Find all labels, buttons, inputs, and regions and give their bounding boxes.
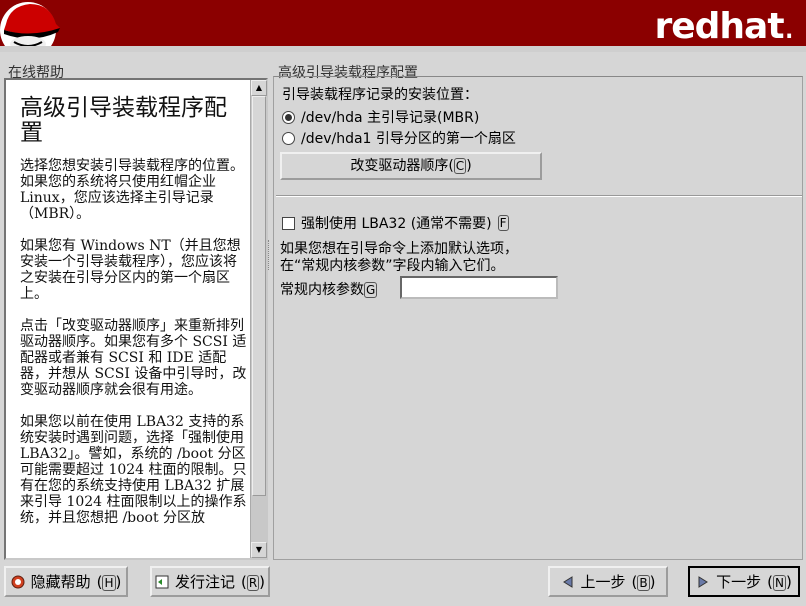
header-banner: redhat. bbox=[0, 0, 806, 52]
hide-help-icon bbox=[11, 575, 25, 588]
scroll-down-arrow-icon[interactable]: ▼ bbox=[251, 542, 267, 558]
help-paragraph: 选择您想安装引导装载程序的位置。如果您的系统将只使用红帽企业 Linux，您应该… bbox=[20, 158, 244, 222]
force-lba32-option[interactable]: 强制使用 LBA32 (通常不需要) F bbox=[282, 213, 509, 233]
kernel-params-input[interactable] bbox=[400, 276, 558, 299]
radio-unselected-icon[interactable] bbox=[282, 131, 295, 145]
help-title: 高级引导装载程序配置 bbox=[20, 95, 227, 146]
partition-option-label: /dev/hda1 引导分区的第一个扇区 bbox=[301, 131, 516, 147]
change-drive-order-button[interactable]: 改变驱动器顺序(C) bbox=[280, 152, 542, 180]
next-button[interactable]: 下一步(N) bbox=[688, 566, 800, 597]
help-paragraph: 如果您有 Windows NT（并且您想安装一个引导装载程序），您应该将之安装在… bbox=[20, 238, 241, 302]
redhat-brand: redhat. bbox=[654, 6, 795, 47]
right-arrow-icon bbox=[698, 575, 709, 588]
partition-radio-option[interactable]: /dev/hda1 引导分区的第一个扇区 bbox=[282, 128, 516, 148]
back-button[interactable]: 上一步(B) bbox=[548, 566, 668, 597]
mbr-radio-option[interactable]: /dev/hda 主引导记录(MBR) bbox=[282, 107, 479, 127]
release-notes-icon bbox=[155, 575, 169, 588]
shadowman-logo-icon bbox=[0, 2, 60, 52]
release-notes-button[interactable]: 发行注记(R) bbox=[150, 566, 270, 597]
help-scrollbar[interactable]: ▲ ▼ bbox=[250, 80, 267, 558]
separator bbox=[276, 195, 802, 197]
checkbox-icon[interactable] bbox=[282, 216, 295, 230]
help-pane: 高级引导装载程序配置 选择您想安装引导装载程序的位置。如果您的系统将只使用红帽企… bbox=[4, 78, 268, 560]
location-label: 引导装载程序记录的安装位置： bbox=[282, 87, 478, 103]
left-arrow-icon bbox=[562, 575, 573, 588]
mbr-option-label: /dev/hda 主引导记录(MBR) bbox=[301, 110, 480, 126]
scroll-up-arrow-icon[interactable]: ▲ bbox=[251, 80, 267, 96]
scroll-thumb[interactable] bbox=[252, 96, 266, 496]
force-lba32-label: 强制使用 LBA32 (通常不需要) bbox=[301, 216, 492, 232]
radio-selected-icon[interactable] bbox=[282, 110, 295, 124]
help-paragraph: 如果您以前在使用 LBA32 支持的系统安装时遇到问题，选择「强制使用 LBA3… bbox=[20, 414, 247, 526]
help-paragraph: 点击「改变驱动器顺序」来重新排列驱动器顺序。如果您有多个 SCSI 适配器或者兼… bbox=[20, 318, 247, 398]
kernel-desc-line2: 在“常规内核参数”字段内输入它们。 bbox=[280, 258, 505, 274]
help-content: 高级引导装载程序配置 选择您想安装引导装载程序的位置。如果您的系统将只使用红帽企… bbox=[20, 96, 248, 542]
hide-help-button[interactable]: 隐藏帮助(H) bbox=[4, 566, 128, 597]
kernel-params-label: 常规内核参数 G bbox=[280, 282, 378, 298]
config-panel bbox=[273, 76, 803, 560]
